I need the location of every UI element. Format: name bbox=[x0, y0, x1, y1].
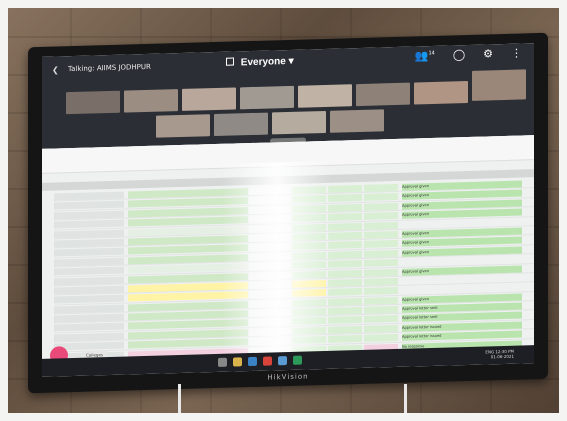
table-cell[interactable] bbox=[364, 277, 398, 286]
settings-icon[interactable]: ⚙ bbox=[483, 47, 493, 60]
table-cell[interactable] bbox=[364, 212, 398, 221]
table-cell[interactable] bbox=[328, 184, 362, 193]
table-cell[interactable] bbox=[328, 231, 362, 240]
tv-stand-leg-right bbox=[404, 384, 407, 420]
chevron-down-icon: ▾ bbox=[288, 55, 294, 67]
tv-screen: ❮ Talking: AIIMS JODHPUR Everyone ▾ 👥14 … bbox=[42, 43, 534, 377]
table-cell[interactable] bbox=[54, 276, 124, 286]
table-cell[interactable] bbox=[54, 323, 124, 333]
table-cell[interactable] bbox=[364, 315, 398, 324]
participants-icon[interactable]: 👥14 bbox=[415, 49, 435, 62]
video-tile[interactable] bbox=[330, 109, 384, 133]
video-tile[interactable] bbox=[414, 80, 468, 105]
table-cell[interactable] bbox=[364, 296, 398, 305]
video-tile[interactable] bbox=[240, 85, 294, 110]
view-label: Everyone bbox=[240, 56, 286, 69]
grid-icon bbox=[226, 57, 234, 66]
table-cell[interactable] bbox=[328, 278, 362, 287]
screen-glare bbox=[222, 160, 332, 354]
table-cell[interactable] bbox=[54, 304, 124, 314]
table-cell[interactable] bbox=[328, 316, 362, 325]
table-cell[interactable] bbox=[54, 247, 124, 257]
table-cell[interactable] bbox=[54, 238, 124, 248]
table-cell[interactable] bbox=[364, 240, 398, 249]
table-cell[interactable] bbox=[328, 325, 362, 334]
table-cell[interactable] bbox=[364, 334, 398, 343]
meeting-title: Talking: AIIMS JODHPUR bbox=[68, 62, 151, 74]
video-tile[interactable] bbox=[272, 110, 326, 135]
table-cell[interactable] bbox=[364, 221, 398, 230]
meeting-panel: ❮ Talking: AIIMS JODHPUR Everyone ▾ 👥14 … bbox=[42, 43, 534, 149]
table-cell[interactable] bbox=[54, 257, 124, 267]
video-tile[interactable] bbox=[472, 69, 526, 101]
table-cell[interactable] bbox=[328, 213, 362, 222]
search-icon[interactable] bbox=[218, 357, 227, 367]
table-cell[interactable] bbox=[54, 191, 124, 201]
table-cell[interactable] bbox=[54, 200, 124, 210]
more-icon[interactable]: ⋮ bbox=[511, 46, 522, 59]
table-cell[interactable] bbox=[328, 269, 362, 278]
table-cell[interactable] bbox=[328, 241, 362, 250]
table-cell[interactable] bbox=[364, 306, 398, 314]
meet-icon[interactable] bbox=[293, 355, 302, 365]
store-icon[interactable] bbox=[278, 356, 287, 366]
table-cell[interactable] bbox=[328, 297, 362, 306]
video-tile[interactable] bbox=[182, 87, 236, 111]
table-cell[interactable] bbox=[364, 183, 398, 192]
table-cell[interactable] bbox=[364, 230, 398, 239]
participants-count: 14 bbox=[428, 50, 435, 57]
table-cell[interactable] bbox=[328, 194, 362, 203]
table-cell[interactable] bbox=[364, 287, 398, 296]
table-cell[interactable] bbox=[54, 285, 124, 295]
tv-stand-leg-left bbox=[178, 384, 181, 420]
spreadsheet: Approval given Approval given Approval giv… bbox=[42, 135, 534, 371]
system-tray: ENG 12:30 PM 01-06-2021 bbox=[485, 349, 514, 360]
table-cell[interactable] bbox=[364, 202, 398, 211]
table-cell[interactable] bbox=[364, 249, 398, 258]
view-selector[interactable]: Everyone ▾ bbox=[226, 56, 294, 69]
browser-icon[interactable] bbox=[248, 356, 257, 367]
video-tile[interactable] bbox=[298, 84, 352, 108]
table-cell[interactable] bbox=[364, 268, 398, 277]
video-tile[interactable] bbox=[156, 114, 210, 138]
table-cell[interactable] bbox=[54, 210, 124, 220]
back-icon[interactable]: ❮ bbox=[52, 65, 59, 74]
table-cell[interactable] bbox=[328, 203, 362, 212]
table-cell[interactable] bbox=[328, 307, 362, 315]
video-tile[interactable] bbox=[124, 89, 178, 113]
table-cell[interactable] bbox=[54, 219, 124, 229]
table-cell[interactable] bbox=[328, 222, 362, 231]
table-cell[interactable] bbox=[54, 313, 124, 323]
table-cell[interactable] bbox=[364, 193, 398, 202]
chrome-icon[interactable] bbox=[263, 356, 272, 366]
table-cell[interactable] bbox=[364, 324, 398, 333]
video-tile[interactable] bbox=[356, 82, 410, 107]
video-tile[interactable] bbox=[66, 90, 120, 115]
table-cell[interactable] bbox=[54, 294, 124, 304]
table-cell[interactable] bbox=[328, 288, 362, 297]
table-cell[interactable] bbox=[328, 335, 362, 344]
table-cell[interactable] bbox=[364, 259, 398, 268]
table-cell[interactable] bbox=[328, 260, 362, 269]
table-cell[interactable] bbox=[54, 332, 124, 342]
table-cell[interactable] bbox=[328, 250, 362, 259]
table-cell[interactable] bbox=[54, 229, 124, 239]
table-cell[interactable] bbox=[54, 266, 124, 276]
date: 01-06-2021 bbox=[490, 353, 514, 360]
chat-icon[interactable]: ◯ bbox=[453, 48, 465, 61]
folder-icon[interactable] bbox=[233, 357, 242, 367]
video-tile[interactable] bbox=[214, 112, 268, 137]
television: ❮ Talking: AIIMS JODHPUR Everyone ▾ 👥14 … bbox=[28, 32, 548, 394]
